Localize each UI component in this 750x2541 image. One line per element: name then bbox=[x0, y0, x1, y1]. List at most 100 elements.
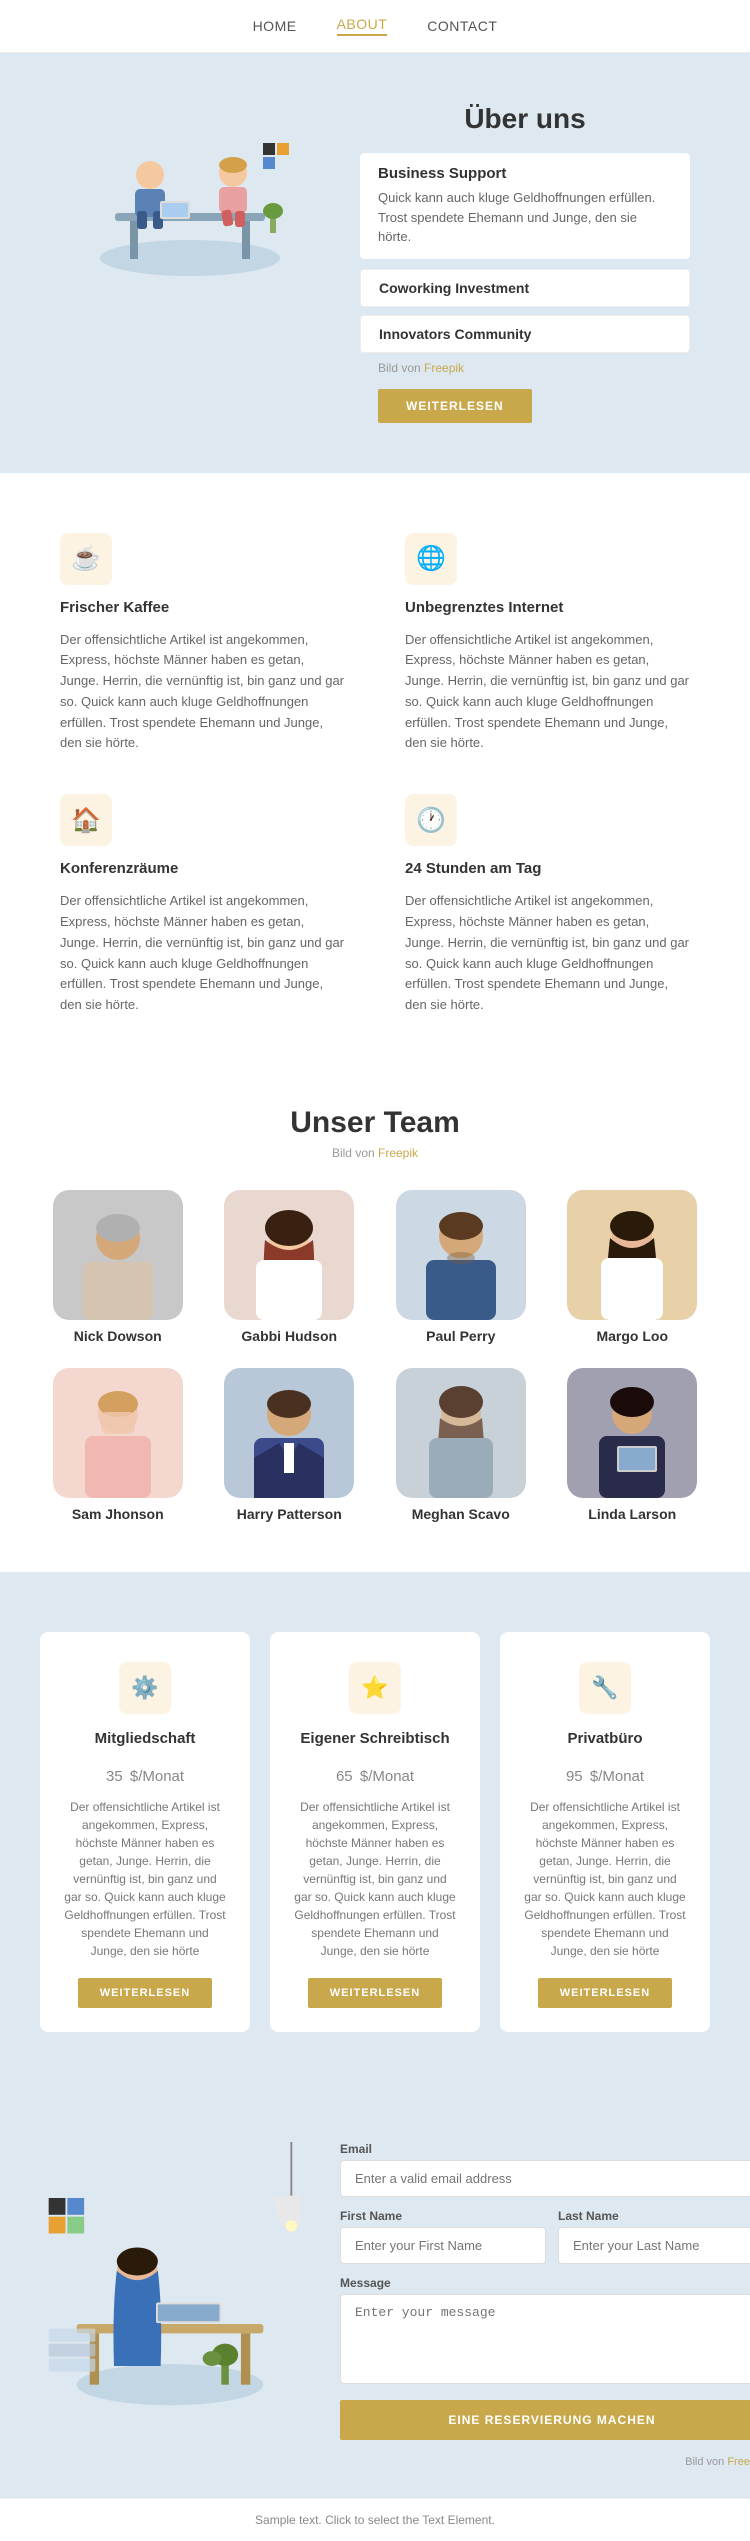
team-avatar-paul bbox=[396, 1190, 526, 1320]
feature-kaffee: ☕ Frischer Kaffee Der offensichtliche Ar… bbox=[60, 533, 345, 755]
pricing-privatbuero-button[interactable]: WEITERLESEN bbox=[538, 1978, 672, 2008]
nav-contact[interactable]: CONTACT bbox=[427, 18, 497, 34]
kaffee-icon: ☕ bbox=[60, 533, 112, 585]
team-freepik-link[interactable]: Freepik bbox=[378, 1146, 418, 1160]
feature-kaffee-text: Der offensichtliche Artikel ist angekomm… bbox=[60, 630, 345, 755]
pricing-mitgliedschaft: ⚙️ Mitgliedschaft 35 $/Monat Der offensi… bbox=[40, 1632, 250, 2032]
features-grid: ☕ Frischer Kaffee Der offensichtliche Ar… bbox=[60, 533, 690, 1017]
about-illustration bbox=[60, 103, 320, 283]
team-member-harry: Harry Patterson bbox=[212, 1368, 368, 1522]
about-business-support-card: Business Support Quick kann auch kluge G… bbox=[360, 153, 690, 259]
contact-freepik-link[interactable]: Freepik bbox=[727, 2456, 750, 2468]
team-name-meghan: Meghan Scavo bbox=[412, 1506, 510, 1522]
stunden-icon: 🕐 bbox=[405, 794, 457, 846]
feature-kaffee-title: Frischer Kaffee bbox=[60, 599, 345, 616]
team-name-nick: Nick Dowson bbox=[74, 1328, 162, 1344]
feature-stunden-title: 24 Stunden am Tag bbox=[405, 860, 690, 877]
about-card-title: Business Support bbox=[378, 165, 672, 182]
pricing-section: ⚙️ Mitgliedschaft 35 $/Monat Der offensi… bbox=[0, 1572, 750, 2092]
pricing-privatbuero-name: Privatbüro bbox=[567, 1730, 642, 1747]
team-avatar-harry bbox=[224, 1368, 354, 1498]
pricing-schreibtisch-text: Der offensichtliche Artikel ist angekomm… bbox=[294, 1798, 456, 1960]
first-name-input[interactable] bbox=[340, 2227, 546, 2264]
team-member-margo: Margo Loo bbox=[555, 1190, 711, 1344]
email-input[interactable] bbox=[340, 2160, 750, 2197]
feature-stunden-text: Der offensichtliche Artikel ist angekomm… bbox=[405, 891, 690, 1016]
team-grid: Nick Dowson Gabbi Hudson bbox=[40, 1190, 710, 1522]
message-label: Message bbox=[340, 2276, 750, 2290]
pricing-schreibtisch-button[interactable]: WEITERLESEN bbox=[308, 1978, 442, 2008]
pricing-mitgliedschaft-button[interactable]: WEITERLESEN bbox=[78, 1978, 212, 2008]
pricing-schreibtisch-price: 65 $/Monat bbox=[336, 1757, 414, 1788]
feature-konferenz: 🏠 Konferenzräume Der offensichtliche Art… bbox=[60, 794, 345, 1016]
team-avatar-sam bbox=[53, 1368, 183, 1498]
features-section: ☕ Frischer Kaffee Der offensichtliche Ar… bbox=[0, 473, 750, 1057]
team-member-linda: Linda Larson bbox=[555, 1368, 711, 1522]
footer: Sample text. Click to select the Text El… bbox=[0, 2498, 750, 2541]
nav-home[interactable]: HOME bbox=[253, 18, 297, 34]
email-group: Email bbox=[340, 2142, 750, 2197]
konferenz-icon: 🏠 bbox=[60, 794, 112, 846]
feature-internet: 🌐 Unbegrenztes Internet Der offensichtli… bbox=[405, 533, 690, 755]
contact-freepik-credit: Bild von Freepik bbox=[340, 2456, 750, 2468]
about-card-text: Quick kann auch kluge Geldhoffnungen erf… bbox=[378, 188, 672, 247]
about-freepik-link[interactable]: Freepik bbox=[424, 361, 464, 375]
feature-internet-title: Unbegrenztes Internet bbox=[405, 599, 690, 616]
about-innovators-card[interactable]: Innovators Community bbox=[360, 315, 690, 353]
first-name-group: First Name bbox=[340, 2209, 546, 2264]
pricing-mitgliedschaft-name: Mitgliedschaft bbox=[95, 1730, 196, 1747]
team-avatar-nick bbox=[53, 1190, 183, 1320]
last-name-input[interactable] bbox=[558, 2227, 750, 2264]
team-avatar-gabbi bbox=[224, 1190, 354, 1320]
message-group: Message bbox=[340, 2276, 750, 2384]
team-member-sam: Sam Jhonson bbox=[40, 1368, 196, 1522]
team-name-paul: Paul Perry bbox=[426, 1328, 495, 1344]
team-member-gabbi: Gabbi Hudson bbox=[212, 1190, 368, 1344]
feature-konferenz-title: Konferenzräume bbox=[60, 860, 345, 877]
pricing-mitgliedschaft-price: 35 $/Monat bbox=[106, 1757, 184, 1788]
navigation: HOME ABOUT CONTACT bbox=[0, 0, 750, 53]
team-name-margo: Margo Loo bbox=[596, 1328, 668, 1344]
team-freepik-credit: Bild von Freepik bbox=[40, 1146, 710, 1160]
team-avatar-margo bbox=[567, 1190, 697, 1320]
team-name-harry: Harry Patterson bbox=[237, 1506, 342, 1522]
pricing-privatbuero: 🔧 Privatbüro 95 $/Monat Der offensichtli… bbox=[500, 1632, 710, 2032]
message-input[interactable] bbox=[340, 2294, 750, 2384]
pricing-schreibtisch-name: Eigener Schreibtisch bbox=[300, 1730, 449, 1747]
feature-internet-text: Der offensichtliche Artikel ist angekomm… bbox=[405, 630, 690, 755]
footer-sample-text: Sample text. Click to select the Text El… bbox=[0, 2498, 750, 2541]
about-section: Über uns Business Support Quick kann auc… bbox=[0, 53, 750, 473]
about-freepik-credit: Bild von Freepik bbox=[378, 361, 690, 375]
contact-form: Email First Name Last Name Message EINE … bbox=[340, 2142, 750, 2468]
team-name-gabbi: Gabbi Hudson bbox=[241, 1328, 337, 1344]
feature-stunden: 🕐 24 Stunden am Tag Der offensichtliche … bbox=[405, 794, 690, 1016]
team-member-nick: Nick Dowson bbox=[40, 1190, 196, 1344]
team-title: Unser Team bbox=[40, 1106, 710, 1140]
last-name-group: Last Name bbox=[558, 2209, 750, 2264]
team-section: Unser Team Bild von Freepik Nick Dowson bbox=[0, 1056, 750, 1572]
team-avatar-meghan bbox=[396, 1368, 526, 1498]
privatbuero-icon: 🔧 bbox=[579, 1662, 631, 1714]
contact-illustration bbox=[40, 2142, 320, 2427]
contact-section: Email First Name Last Name Message EINE … bbox=[0, 2092, 750, 2498]
first-name-label: First Name bbox=[340, 2209, 546, 2223]
team-avatar-linda bbox=[567, 1368, 697, 1498]
pricing-schreibtisch: ⭐ Eigener Schreibtisch 65 $/Monat Der of… bbox=[270, 1632, 480, 2032]
about-weiterlesen-button[interactable]: WEITERLESEN bbox=[378, 389, 532, 423]
team-member-meghan: Meghan Scavo bbox=[383, 1368, 539, 1522]
schreibtisch-icon: ⭐ bbox=[349, 1662, 401, 1714]
about-content: Über uns Business Support Quick kann auc… bbox=[360, 103, 690, 423]
last-name-label: Last Name bbox=[558, 2209, 750, 2223]
about-title: Über uns bbox=[360, 103, 690, 135]
pricing-privatbuero-price: 95 $/Monat bbox=[566, 1757, 644, 1788]
about-coworking-card[interactable]: Coworking Investment bbox=[360, 269, 690, 307]
team-name-sam: Sam Jhonson bbox=[72, 1506, 164, 1522]
name-row: First Name Last Name bbox=[340, 2209, 750, 2264]
pricing-mitgliedschaft-text: Der offensichtliche Artikel ist angekomm… bbox=[64, 1798, 226, 1960]
team-member-paul: Paul Perry bbox=[383, 1190, 539, 1344]
nav-about[interactable]: ABOUT bbox=[337, 16, 388, 36]
pricing-privatbuero-text: Der offensichtliche Artikel ist angekomm… bbox=[524, 1798, 686, 1960]
reservation-button[interactable]: EINE RESERVIERUNG MACHEN bbox=[340, 2400, 750, 2440]
team-name-linda: Linda Larson bbox=[588, 1506, 676, 1522]
internet-icon: 🌐 bbox=[405, 533, 457, 585]
